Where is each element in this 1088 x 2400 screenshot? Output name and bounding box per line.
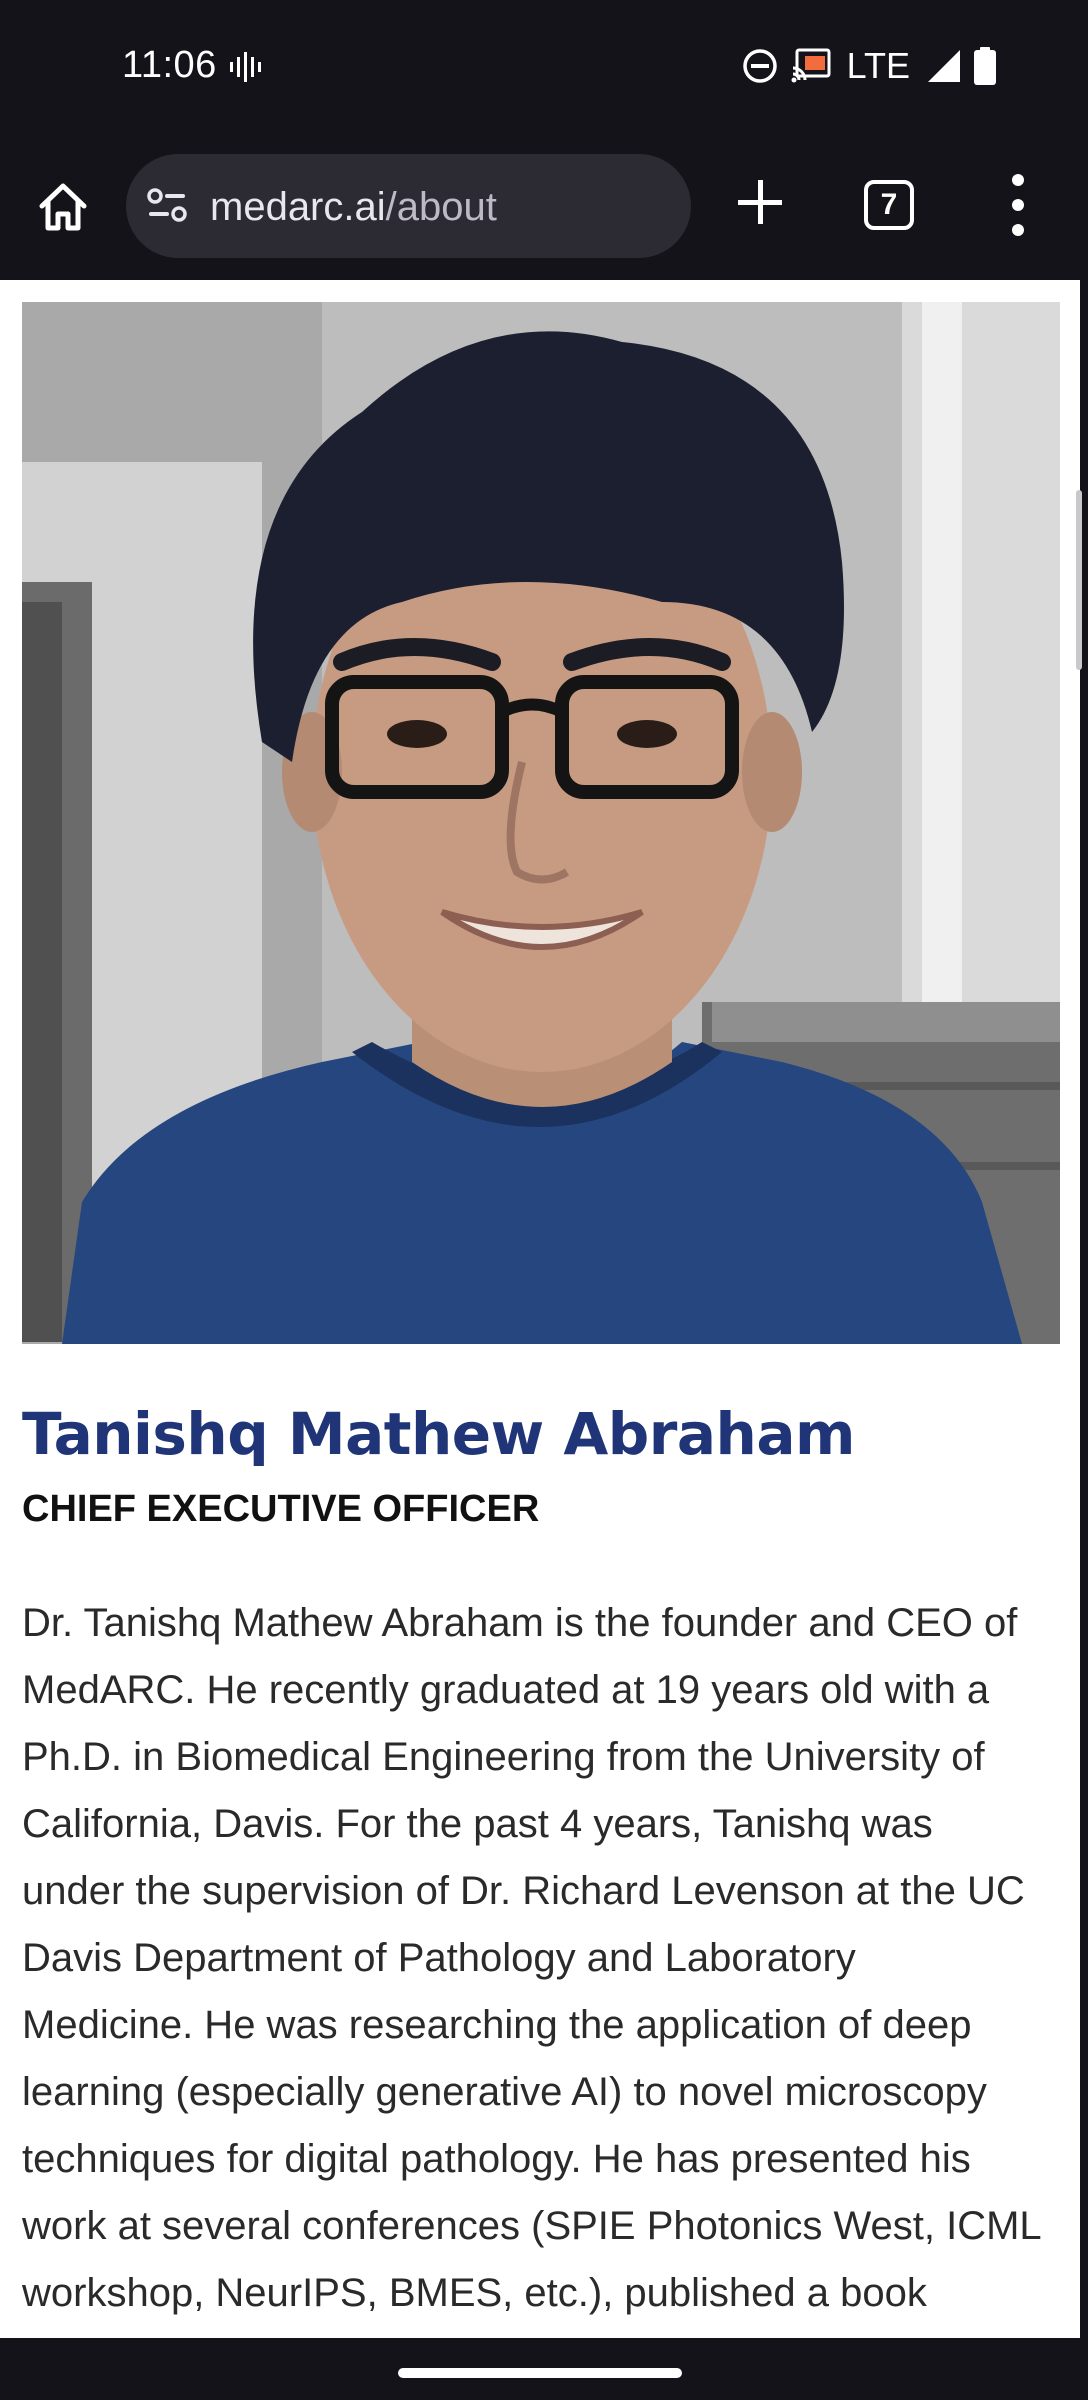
web-page: Tanishq Mathew Abraham CHIEF EXECUTIVE O… [0, 280, 1080, 2338]
bio-line: MedARC. He recently graduated at 19 year… [22, 1668, 990, 1712]
address-bar[interactable]: medarc.ai/about [126, 154, 691, 258]
bio-line: learning (especially generative AI) to n… [22, 2070, 987, 2114]
url-path: /about [385, 185, 497, 229]
bio-line: under the supervision of Dr. Richard Lev… [22, 1869, 1025, 1913]
more-options-icon[interactable] [1000, 170, 1036, 240]
url-domain: medarc.ai [210, 185, 386, 229]
signal-icon [928, 50, 960, 82]
bio-line: techniques for digital pathology. He has… [22, 2137, 971, 2181]
home-button[interactable] [30, 174, 96, 240]
status-bar: 11:06 LTE [0, 0, 1088, 134]
bio-line: work at several conferences (SPIE Photon… [22, 2204, 1042, 2248]
profile-bio: Dr. Tanishq Mathew Abraham is the founde… [22, 1590, 1062, 2327]
profile-name: Tanishq Mathew Abraham [22, 1400, 855, 1468]
bio-line: Dr. Tanishq Mathew Abraham is the founde… [22, 1601, 1018, 1645]
bio-line: Medicine. He was researching the applica… [22, 2003, 972, 2047]
tab-switcher-button[interactable]: 7 [864, 180, 914, 230]
home-icon [39, 183, 87, 231]
bio-line: workshop, NeurIPS, BMES, etc.), publishe… [22, 2271, 927, 2315]
portrait-image [22, 302, 1060, 1344]
profile-photo [22, 302, 1060, 1344]
vibrate-icon [230, 52, 261, 82]
site-info-icon[interactable] [146, 184, 188, 226]
bio-line: Ph.D. in Biomedical Engineering from the… [22, 1735, 985, 1779]
cast-icon [791, 48, 831, 83]
status-time: 11:06 [122, 44, 217, 86]
page-scrollbar[interactable] [1076, 490, 1082, 670]
system-nav-bar [0, 2338, 1088, 2400]
browser-toolbar: medarc.ai/about 7 [0, 134, 1088, 280]
gesture-handle[interactable] [398, 2368, 682, 2378]
bio-line: Davis Department of Pathology and Labora… [22, 1936, 856, 1980]
network-type: LTE [846, 45, 910, 86]
bio-line: California, Davis. For the past 4 years,… [22, 1802, 933, 1846]
new-tab-icon[interactable] [730, 172, 790, 232]
tab-count: 7 [880, 188, 898, 221]
battery-icon [974, 47, 996, 85]
do-not-disturb-icon [742, 49, 777, 83]
status-icons: LTE [741, 44, 996, 88]
profile-role: CHIEF EXECUTIVE OFFICER [22, 1488, 540, 1530]
url-text: medarc.ai/about [210, 184, 497, 230]
